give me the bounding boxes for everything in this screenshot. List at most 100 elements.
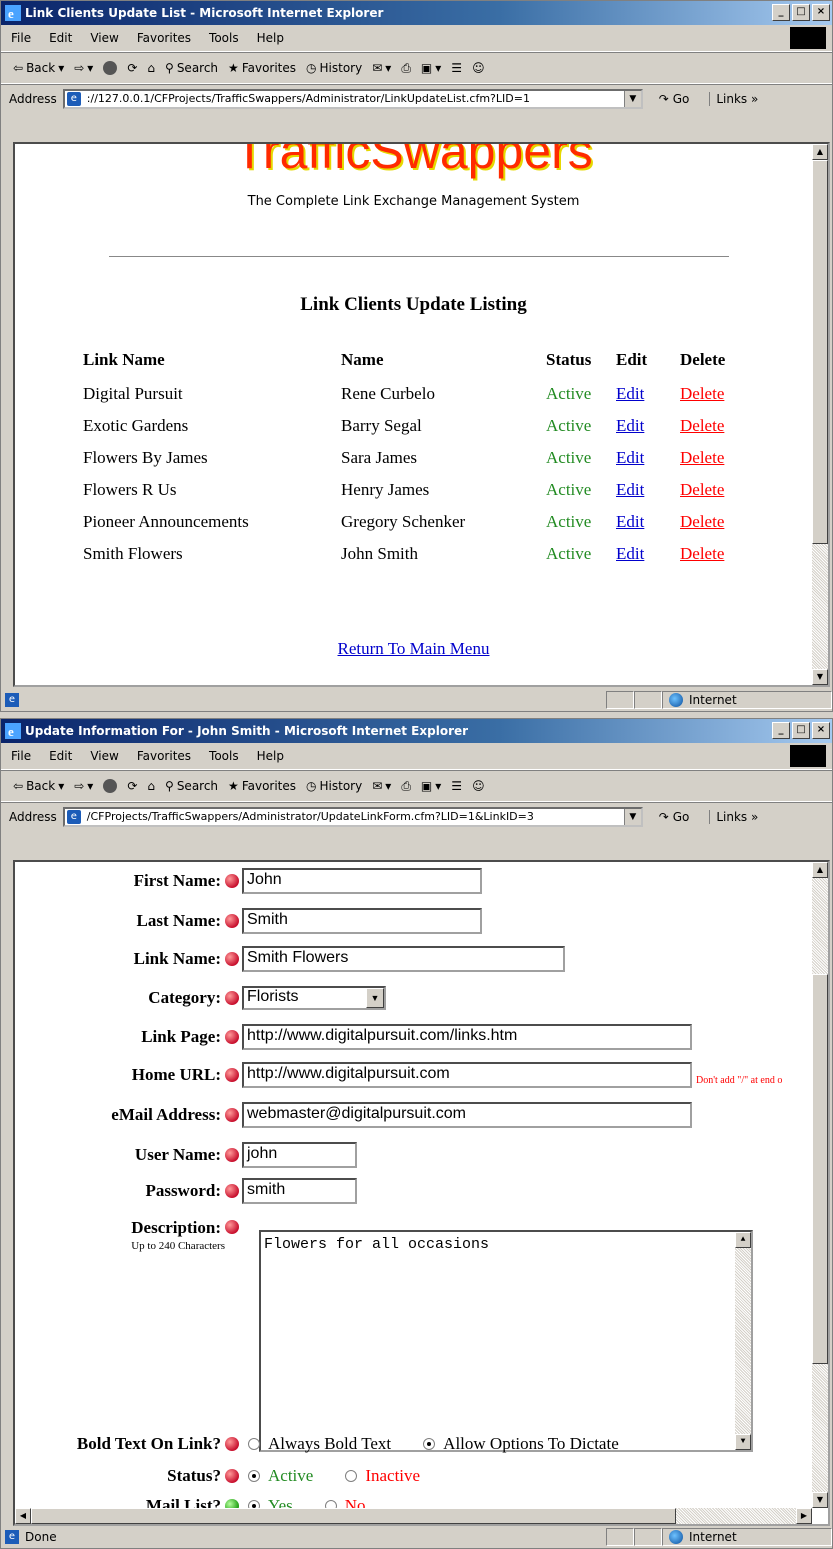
edit-page-button[interactable]: ▣ ▾ xyxy=(421,779,441,793)
password-input[interactable]: smith xyxy=(242,1178,357,1204)
scroll-thumb[interactable] xyxy=(812,974,828,1364)
menu-favorites[interactable]: Favorites xyxy=(137,749,191,763)
go-button[interactable]: ↷ Go xyxy=(659,92,690,106)
scroll-right-icon[interactable]: ▶ xyxy=(796,1508,812,1524)
return-main-menu-link[interactable]: Return To Main Menu xyxy=(15,639,812,659)
bold-always-radio[interactable] xyxy=(248,1438,260,1450)
address-dropdown-icon[interactable]: ▼ xyxy=(623,809,641,825)
user-name-input[interactable]: john xyxy=(242,1142,357,1168)
edit-link[interactable]: Edit xyxy=(616,544,644,563)
search-button[interactable]: ⚲ Search xyxy=(165,779,218,793)
address-label: Address xyxy=(9,92,57,106)
forward-button[interactable]: ⇨ ▾ xyxy=(74,61,93,75)
home-url-input[interactable]: http://www.digitalpursuit.com xyxy=(242,1062,692,1088)
menu-view[interactable]: View xyxy=(90,31,118,45)
stop-icon xyxy=(103,779,118,793)
links-button[interactable]: Links » xyxy=(709,810,758,824)
browser-window-link-list: e Link Clients Update List - Microsoft I… xyxy=(0,0,833,712)
scroll-thumb[interactable] xyxy=(31,1508,676,1524)
favorites-button[interactable]: ★ Favorites xyxy=(228,779,296,793)
edit-page-button[interactable]: ▣ ▾ xyxy=(421,61,441,75)
delete-link[interactable]: Delete xyxy=(680,384,724,403)
messenger-button[interactable]: ☺ xyxy=(472,779,485,793)
address-dropdown-icon[interactable]: ▼ xyxy=(623,91,641,107)
vertical-scrollbar[interactable]: ▲ ▼ xyxy=(812,862,828,1508)
discuss-button[interactable]: ☰ xyxy=(451,61,462,75)
scroll-up-icon[interactable]: ▲ xyxy=(812,144,828,160)
bold-options-radio[interactable] xyxy=(423,1438,436,1450)
search-icon: ⚲ xyxy=(165,61,174,75)
delete-link[interactable]: Delete xyxy=(680,448,724,467)
menu-edit[interactable]: Edit xyxy=(49,31,72,45)
search-button[interactable]: ⚲ Search xyxy=(165,61,218,75)
edit-link[interactable]: Edit xyxy=(616,416,644,435)
home-button[interactable]: ⌂ xyxy=(147,779,155,793)
messenger-button[interactable]: ☺ xyxy=(472,61,485,75)
favorites-button[interactable]: ★ Favorites xyxy=(228,61,296,75)
email-input[interactable]: webmaster@digitalpursuit.com xyxy=(242,1102,692,1128)
scroll-thumb[interactable] xyxy=(812,160,828,544)
horizontal-scrollbar[interactable]: ◀ ▶ xyxy=(15,1508,812,1524)
menu-file[interactable]: File xyxy=(11,749,31,763)
refresh-button[interactable]: ⟳ xyxy=(127,61,137,75)
status-option2-radio[interactable] xyxy=(345,1470,358,1482)
address-input[interactable]: e ://127.0.0.1/CFProjects/TrafficSwapper… xyxy=(62,89,643,109)
first-name-input[interactable]: John xyxy=(242,868,482,894)
minimize-button[interactable]: _ xyxy=(772,4,790,21)
maximize-button[interactable]: □ xyxy=(792,722,810,739)
mail-button[interactable]: ✉ ▾ xyxy=(372,779,391,793)
back-button[interactable]: ⇦ Back ▾ xyxy=(13,61,64,75)
history-button[interactable]: ◷ History xyxy=(306,61,362,75)
close-button[interactable]: × xyxy=(812,722,830,739)
scroll-down-icon[interactable]: ▼ xyxy=(812,669,828,685)
vertical-scrollbar[interactable]: ▲ ▼ xyxy=(812,144,828,685)
chevron-down-icon[interactable]: ▼ xyxy=(366,988,384,1008)
menu-tools[interactable]: Tools xyxy=(209,31,239,45)
edit-link[interactable]: Edit xyxy=(616,480,644,499)
history-button[interactable]: ◷ History xyxy=(306,779,362,793)
print-button[interactable]: ⎙ xyxy=(401,61,411,76)
forward-button[interactable]: ⇨ ▾ xyxy=(74,779,93,793)
menu-edit[interactable]: Edit xyxy=(49,749,72,763)
menu-view[interactable]: View xyxy=(90,749,118,763)
menu-help[interactable]: Help xyxy=(257,31,284,45)
scroll-down-icon[interactable]: ▼ xyxy=(812,1492,828,1508)
refresh-button[interactable]: ⟳ xyxy=(127,779,137,793)
home-button[interactable]: ⌂ xyxy=(147,61,155,75)
menu-favorites[interactable]: Favorites xyxy=(137,31,191,45)
scroll-left-icon[interactable]: ◀ xyxy=(15,1508,31,1524)
textarea-scrollbar[interactable]: ▲ ▼ xyxy=(735,1232,751,1450)
minimize-button[interactable]: _ xyxy=(772,722,790,739)
back-button[interactable]: ⇦ Back ▾ xyxy=(13,779,64,793)
discuss-button[interactable]: ☰ xyxy=(451,779,462,793)
address-input[interactable]: e /CFProjects/TrafficSwappers/Administra… xyxy=(62,807,643,827)
clients-table: Link Name Name Status Edit Delete Digita… xyxy=(83,350,750,570)
delete-link[interactable]: Delete xyxy=(680,544,724,563)
edit-link[interactable]: Edit xyxy=(616,448,644,467)
menu-tools[interactable]: Tools xyxy=(209,749,239,763)
delete-link[interactable]: Delete xyxy=(680,480,724,499)
link-page-input[interactable]: http://www.digitalpursuit.com/links.htm xyxy=(242,1024,692,1050)
category-select[interactable]: Florists ▼ xyxy=(242,986,386,1010)
stop-button[interactable] xyxy=(103,61,118,75)
scroll-down-icon[interactable]: ▼ xyxy=(735,1434,751,1450)
edit-link[interactable]: Edit xyxy=(616,512,644,531)
close-button[interactable]: × xyxy=(812,4,830,21)
go-button[interactable]: ↷ Go xyxy=(659,810,690,824)
last-name-input[interactable]: Smith xyxy=(242,908,482,934)
links-button[interactable]: Links » xyxy=(709,92,758,106)
scroll-up-icon[interactable]: ▲ xyxy=(812,862,828,878)
edit-link[interactable]: Edit xyxy=(616,384,644,403)
delete-link[interactable]: Delete xyxy=(680,512,724,531)
menu-file[interactable]: File xyxy=(11,31,31,45)
print-button[interactable]: ⎙ xyxy=(401,779,411,794)
status-option1-radio[interactable] xyxy=(248,1470,260,1482)
delete-link[interactable]: Delete xyxy=(680,416,724,435)
maximize-button[interactable]: □ xyxy=(792,4,810,21)
description-textarea[interactable]: Flowers for all occasions ▲ ▼ xyxy=(259,1230,753,1452)
mail-button[interactable]: ✉ ▾ xyxy=(372,61,391,75)
link-name-input[interactable]: Smith Flowers xyxy=(242,946,565,972)
stop-button[interactable] xyxy=(103,779,118,793)
menu-help[interactable]: Help xyxy=(257,749,284,763)
scroll-up-icon[interactable]: ▲ xyxy=(735,1232,751,1248)
